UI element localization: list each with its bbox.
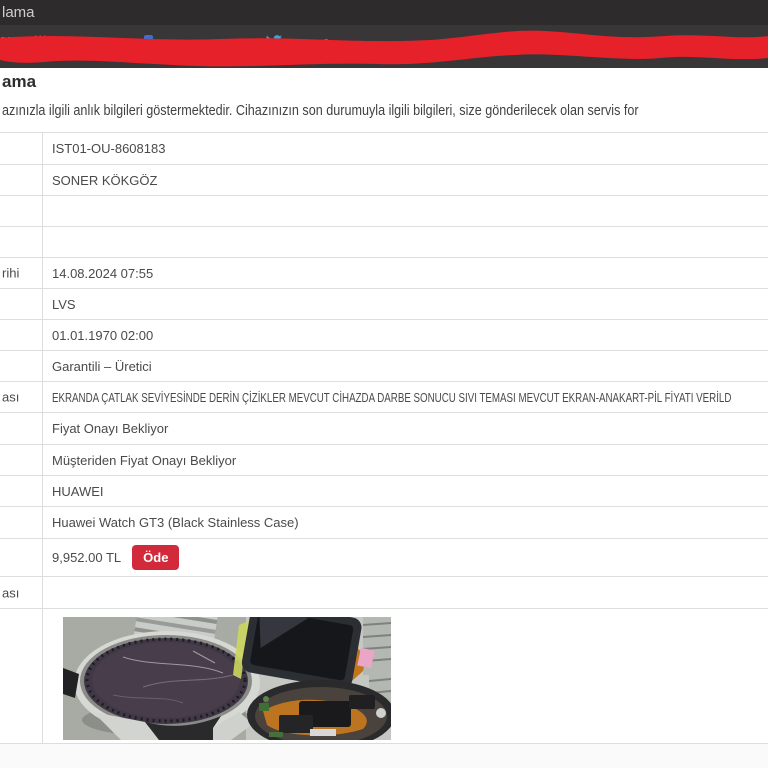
table-row: Huawei Watch GT3 (Black Stainless Case) [0, 507, 768, 539]
pay-button[interactable]: Öde [132, 545, 180, 570]
row-label: rihi [2, 265, 20, 281]
table-row [0, 227, 768, 258]
device-photo[interactable] [63, 617, 391, 740]
row-value: 9,952.00 TL [52, 550, 122, 565]
table-row: HUAWEI [0, 476, 768, 507]
next-section-strip [0, 744, 768, 768]
row-value: 01.01.1970 02:00 [52, 327, 154, 343]
table-row: 9,952.00 TL Öde [0, 539, 768, 577]
table-row: IST01-OU-8608183 [0, 133, 768, 165]
row-value: Müşteriden Fiyat Onayı Bekliyor [52, 452, 237, 468]
topbar-title: lama [2, 4, 35, 21]
row-value: Garantili – Üretici [52, 358, 152, 374]
row-value: EKRANDA ÇATLAK SEVİYESİNDE DERİN ÇİZİKLE… [52, 389, 732, 405]
table-row: Müşteriden Fiyat Onayı Bekliyor [0, 445, 768, 476]
page-heading: ama [2, 72, 37, 91]
row-value: HUAWEI [52, 483, 104, 499]
info-table: IST01-OU-8608183 SONER KÖKGÖZ rihi 14.08… [0, 132, 768, 744]
table-row: ası [0, 577, 768, 609]
table-row: rihi 14.08.2024 07:55 [0, 258, 768, 289]
table-row: Fiyat Onayı Bekliyor [0, 413, 768, 445]
row-value: LVS [52, 296, 76, 312]
content-area: ama azınızla ilgili anlık bilgileri göst… [0, 72, 768, 768]
table-row: SONER KÖKGÖZ [0, 165, 768, 196]
nav-item-fragment[interactable]: W [35, 34, 45, 46]
intro-text: azınızla ilgili anlık bilgileri gösterme… [2, 102, 639, 119]
row-value: IST01-OU-8608183 [52, 141, 166, 156]
row-label: ası [2, 585, 20, 600]
table-row: ası EKRANDA ÇATLAK SEVİYESİNDE DERİN ÇİZ… [0, 382, 768, 413]
nav-item-fragment[interactable]: Tk [1, 36, 13, 48]
table-row: Garantili – Üretici [0, 351, 768, 382]
nav-item-fragment[interactable]: Radyo [588, 40, 620, 52]
social-icon[interactable] [144, 35, 153, 44]
nav-item-fragment[interactable]: Pasa. S [288, 37, 330, 51]
row-value: Fiyat Onayı Bekliyor [52, 421, 169, 436]
twitter-icon[interactable] [265, 35, 282, 54]
table-row [0, 609, 768, 744]
redaction-scribble [0, 30, 768, 67]
row-value: SONER KÖKGÖZ [52, 172, 158, 188]
topbar: lama [0, 0, 768, 25]
table-row: LVS [0, 289, 768, 320]
row-value: 14.08.2024 07:55 [52, 265, 154, 281]
table-row: 01.01.1970 02:00 [0, 320, 768, 351]
row-label: ası [2, 389, 20, 405]
row-value: Huawei Watch GT3 (Black Stainless Case) [52, 515, 299, 530]
navbar: Tk W Pasa. S Radyo [0, 25, 768, 68]
table-row [0, 196, 768, 227]
